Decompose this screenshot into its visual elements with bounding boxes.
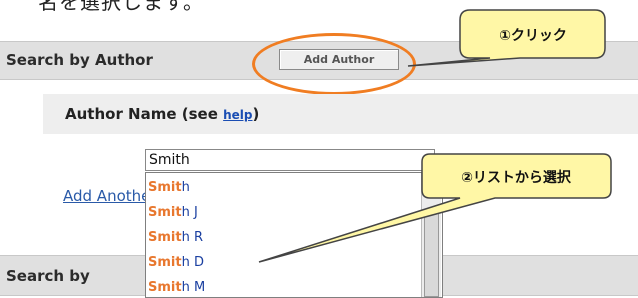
suggestion-item[interactable]: Smith J <box>148 205 198 220</box>
suggestion-match: Smit <box>148 230 182 245</box>
author-name-row: Author Name (see help) <box>43 94 638 134</box>
panel-title: Search by Author <box>6 51 153 69</box>
suggestion-match: Smit <box>148 255 182 270</box>
instruction-text: 名を選択します。 <box>38 0 204 14</box>
author-name-label-end: ) <box>252 105 260 123</box>
suggestion-rest: h M <box>181 280 206 295</box>
suggestion-item[interactable]: Smith R <box>148 230 203 245</box>
suggestion-item[interactable]: Smith <box>148 180 190 195</box>
author-name-label: Author Name (see help) <box>65 105 259 123</box>
suggestion-rest: h D <box>181 255 204 270</box>
suggestion-match: Smit <box>148 180 182 195</box>
author-name-label-text: Author Name (see <box>65 105 224 123</box>
callout-select: ②リストから選択 <box>258 153 612 263</box>
suggestion-rest: h J <box>181 205 198 220</box>
suggestion-match: Smit <box>148 205 182 220</box>
add-author-button[interactable]: Add Author <box>279 49 399 70</box>
suggestion-item[interactable]: Smith M <box>148 280 205 295</box>
second-panel-title: Search by <box>6 267 90 285</box>
suggestion-rest: h <box>181 180 190 195</box>
help-link[interactable]: help <box>223 108 252 122</box>
suggestion-rest: h R <box>181 230 203 245</box>
add-another-link[interactable]: Add Another <box>63 187 147 205</box>
callout-click: ①クリック <box>407 9 606 67</box>
callout-select-text: ②リストから選択 <box>461 169 572 186</box>
suggestion-item[interactable]: Smith D <box>148 255 204 270</box>
suggestion-match: Smit <box>148 280 182 295</box>
callout-click-text: ①クリック <box>499 28 567 44</box>
